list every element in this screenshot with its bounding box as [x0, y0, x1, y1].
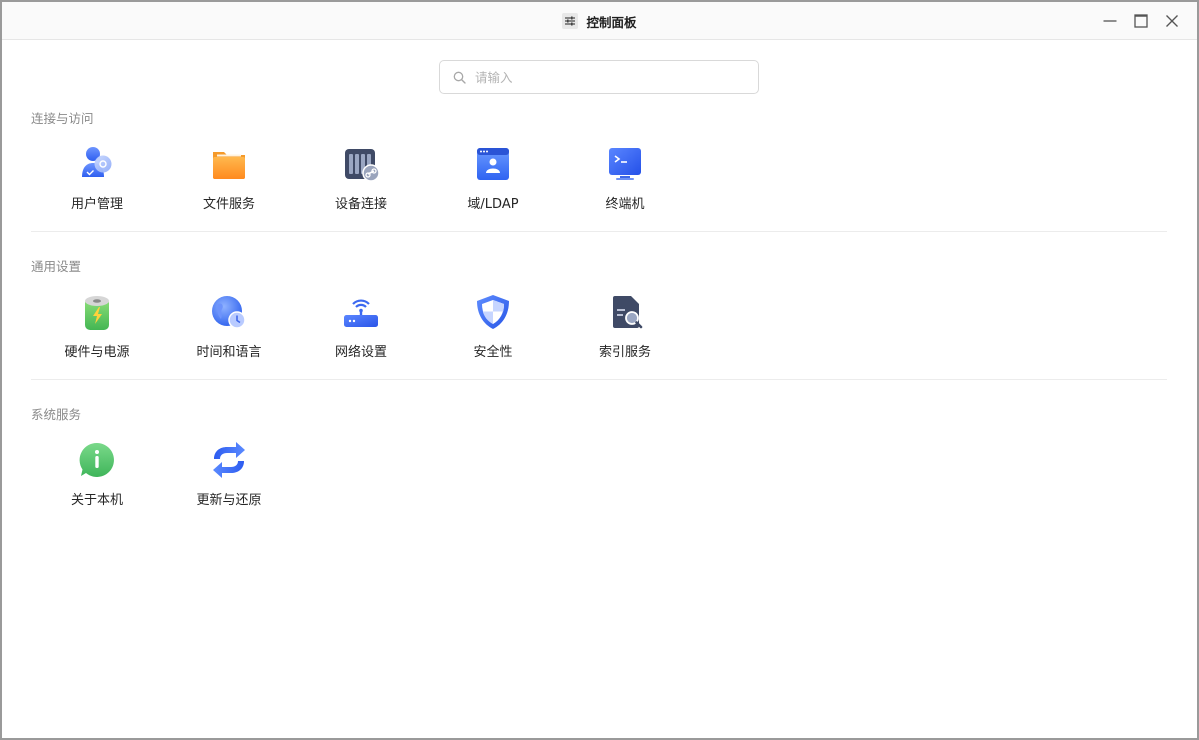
domain-ldap-icon: [477, 148, 509, 180]
info-icon: [79, 442, 114, 477]
item-label: 时间和语言: [196, 345, 262, 360]
sliders-icon: [562, 13, 579, 29]
index-search-icon: [613, 296, 643, 329]
item-domain-ldap[interactable]: 域/LDAP: [438, 144, 548, 224]
close-icon: [1166, 15, 1178, 27]
item-time-language[interactable]: 时间和语言: [174, 292, 284, 372]
search-icon: [453, 71, 466, 84]
item-index-service[interactable]: 索引服务: [570, 292, 680, 372]
item-label: 域/LDAP: [467, 197, 519, 212]
title-bar: 控制面板: [2, 2, 1197, 40]
maximize-icon: [1134, 14, 1148, 28]
minimize-icon: [1103, 20, 1117, 22]
item-label: 安全性: [473, 345, 513, 360]
shield-icon: [477, 295, 509, 329]
item-file-service[interactable]: 文件服务: [174, 144, 284, 224]
minimize-button[interactable]: [1095, 6, 1125, 36]
section-divider: [31, 379, 1167, 380]
item-label: 文件服务: [202, 197, 255, 212]
item-label: 用户管理: [70, 197, 123, 212]
section-title-connection: 连接与访问: [31, 111, 94, 126]
window-title: 控制面板: [586, 14, 637, 30]
update-restore-icon: [213, 442, 245, 478]
item-device-connection[interactable]: 设备连接: [306, 144, 416, 224]
terminal-icon: [609, 148, 641, 180]
control-panel-window: 控制面板 连接与访问: [0, 0, 1199, 740]
search-input[interactable]: [475, 62, 735, 92]
item-label: 索引服务: [598, 345, 651, 360]
item-label: 设备连接: [334, 197, 387, 212]
item-hardware-power[interactable]: 硬件与电源: [42, 292, 152, 372]
maximize-button[interactable]: [1126, 6, 1156, 36]
battery-icon: [85, 296, 109, 330]
item-label: 更新与还原: [196, 493, 262, 508]
item-label: 终端机: [605, 197, 645, 212]
item-label: 网络设置: [334, 345, 387, 360]
item-update-restore[interactable]: 更新与还原: [174, 440, 284, 520]
search-box[interactable]: [439, 60, 759, 94]
close-button[interactable]: [1157, 6, 1187, 36]
item-terminal[interactable]: 终端机: [570, 144, 680, 224]
item-network-settings[interactable]: 网络设置: [306, 292, 416, 372]
globe-clock-icon: [212, 296, 246, 329]
section-title-general: 通用设置: [31, 259, 82, 274]
device-link-icon: [345, 149, 380, 182]
users-icon: [82, 147, 112, 177]
item-label: 关于本机: [70, 493, 123, 508]
title-group: 控制面板: [2, 2, 1197, 40]
folder-icon: [213, 152, 245, 179]
router-icon: [344, 299, 378, 327]
section-title-system: 系统服务: [31, 407, 82, 422]
item-label: 硬件与电源: [64, 345, 130, 360]
item-about[interactable]: 关于本机: [42, 440, 152, 520]
section-divider: [31, 231, 1167, 232]
item-security[interactable]: 安全性: [438, 292, 548, 372]
item-user-management[interactable]: 用户管理: [42, 144, 152, 224]
